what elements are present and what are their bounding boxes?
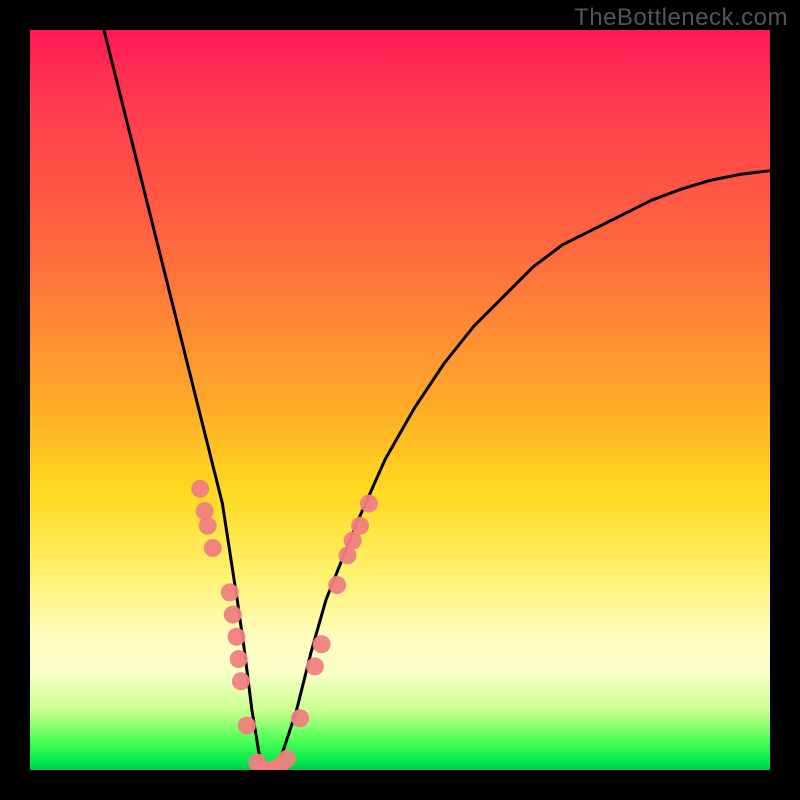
marker-point: [360, 495, 378, 513]
marker-point: [227, 628, 245, 646]
plot-area: [30, 30, 770, 770]
marker-point: [351, 517, 369, 535]
marker-point: [232, 672, 250, 690]
chart-frame: TheBottleneck.com: [0, 0, 800, 800]
marker-point: [221, 583, 239, 601]
chart-overlay: [30, 30, 770, 770]
marker-point: [278, 750, 296, 768]
marker-point: [313, 635, 331, 653]
marker-point: [224, 606, 242, 624]
marker-point: [230, 650, 248, 668]
marker-point: [306, 657, 324, 675]
marker-point: [199, 517, 217, 535]
marker-points-group: [191, 480, 378, 770]
marker-point: [291, 709, 309, 727]
marker-point: [196, 502, 214, 520]
bottleneck-curve-line: [104, 30, 770, 770]
marker-point: [191, 480, 209, 498]
marker-point: [328, 576, 346, 594]
watermark-text: TheBottleneck.com: [574, 4, 788, 32]
marker-point: [204, 539, 222, 557]
marker-point: [238, 717, 256, 735]
